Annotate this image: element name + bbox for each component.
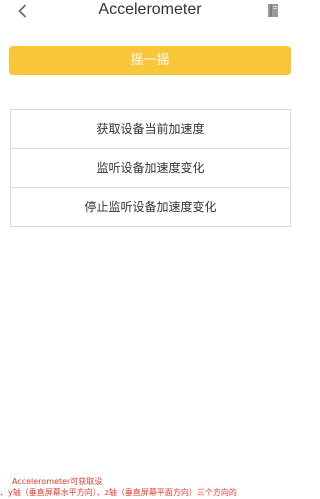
action-list: 获取设备当前加速度 监听设备加速度变化 停止监听设备加速度变化 <box>10 109 291 227</box>
footer-note: Accelerometer可获取设 、y轴（垂直屏幕水平方向）、z轴（垂直屏幕平… <box>0 476 300 499</box>
chevron-left-icon <box>17 4 27 18</box>
footer-note-line-1: Accelerometer可获取设 <box>12 477 103 486</box>
footer-note-line-2: 、y轴（垂直屏幕水平方向）、z轴（垂直屏幕平面方向）三个方向的 <box>0 488 237 497</box>
start-listening-button[interactable]: 监听设备加速度变化 <box>11 149 290 187</box>
stop-listening-button[interactable]: 停止监听设备加速度变化 <box>11 188 290 226</box>
get-acceleration-button[interactable]: 获取设备当前加速度 <box>11 110 290 148</box>
document-icon[interactable] <box>266 3 280 18</box>
shake-button[interactable]: 摇一摇 <box>9 46 291 75</box>
back-button[interactable] <box>12 0 32 22</box>
navigation-bar: Accelerometer <box>0 0 300 22</box>
page-title: Accelerometer <box>98 1 202 18</box>
